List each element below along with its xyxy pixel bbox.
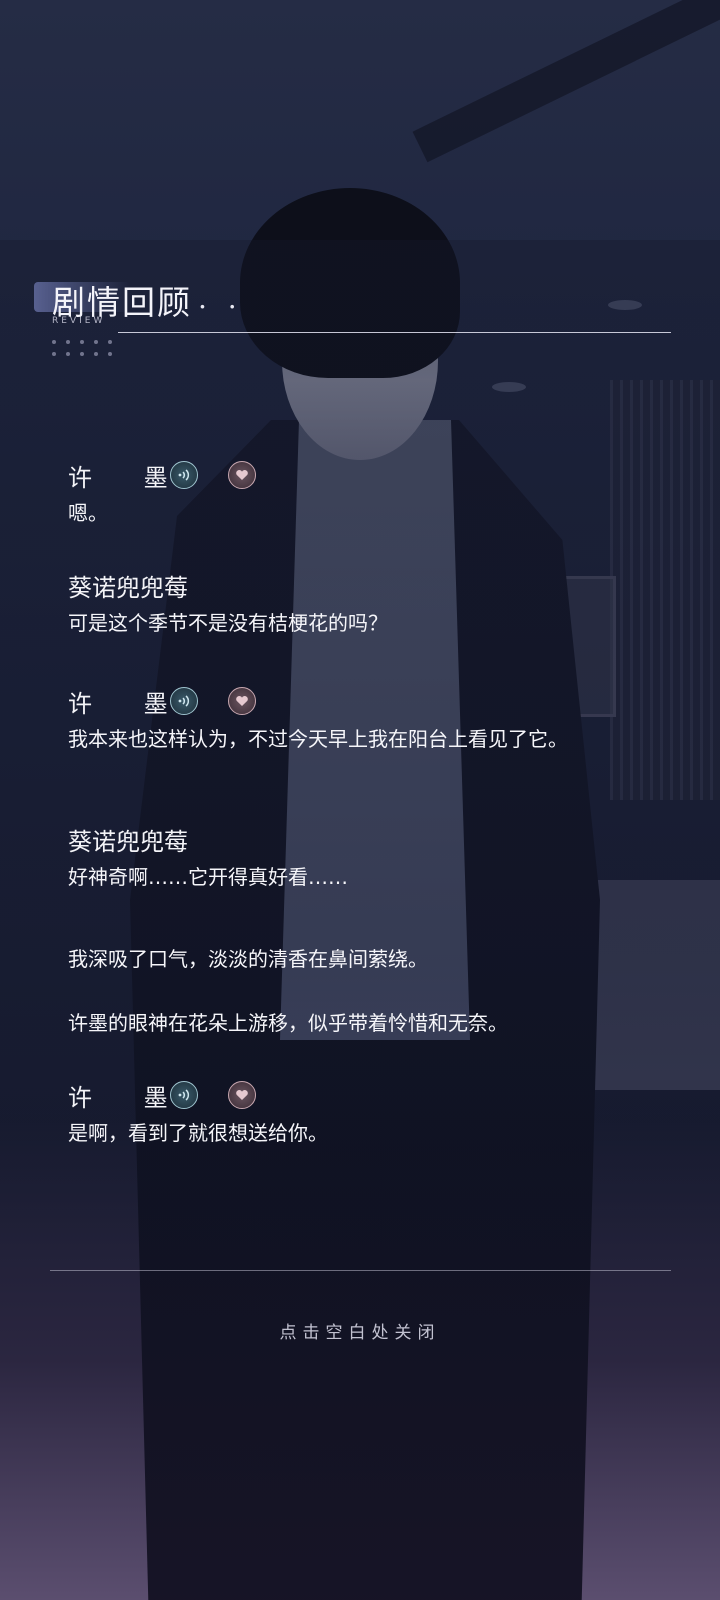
dialogue-text: 好神奇啊……它开得真好看…… [68,865,348,889]
dialogue-entry: 许 墨 我本来也这样认为，不过今天早上我在阳台上看见了它。 [68,684,668,756]
speaker-name: 许 墨 [68,689,190,718]
speaker-name: 许 墨 [68,1083,190,1112]
dialogue-entry: 葵诺兜兜莓 可是这个季节不是没有桔梗花的吗？ [68,568,668,640]
dialogue-text: 可是这个季节不是没有桔梗花的吗？ [68,611,388,635]
decorative-dots [52,340,122,356]
favorite-button[interactable] [228,461,256,489]
dialogue-entry: 葵诺兜兜莓 好神奇啊……它开得真好看…… [68,822,668,894]
voice-replay-button[interactable] [170,1081,198,1109]
favorite-button[interactable] [228,687,256,715]
speaker-name: 许 墨 [68,463,190,492]
dialogue-text: 嗯。 [68,501,108,525]
heart-icon [236,1090,248,1100]
background-scene[interactable] [0,0,720,1600]
ceiling-beam [412,0,720,163]
speaker-name: 葵诺兜兜莓 [68,827,188,856]
dialogue-text: 我本来也这样认为，不过今天早上我在阳台上看见了它。 [68,727,568,751]
dialogue-text: 是啊，看到了就很想送给你。 [68,1121,328,1145]
review-subtitle: REVIEW [52,316,106,326]
heart-icon [236,470,248,480]
close-hint[interactable]: 点击空白处关闭 [0,1318,720,1343]
title-dots: . . [198,282,243,315]
sound-wave-icon [178,1089,190,1101]
narration-text: 我深吸了口气，淡淡的清香在鼻间萦绕。 [68,947,428,971]
sound-wave-icon [178,695,190,707]
dialogue-entry: 许 墨 是啊，看到了就很想送给你。 [68,1078,668,1150]
speaker-name: 葵诺兜兜莓 [68,573,188,602]
sound-wave-icon [178,469,190,481]
narration-text: 许墨的眼神在花朵上游移，似乎带着怜惜和无奈。 [68,1011,508,1035]
header-divider [118,332,671,333]
voice-replay-button[interactable] [170,687,198,715]
footer-divider [50,1270,671,1271]
voice-replay-button[interactable] [170,461,198,489]
dialogue-entry: 许 墨 嗯。 [68,458,668,530]
heart-icon [236,696,248,706]
favorite-button[interactable] [228,1081,256,1109]
